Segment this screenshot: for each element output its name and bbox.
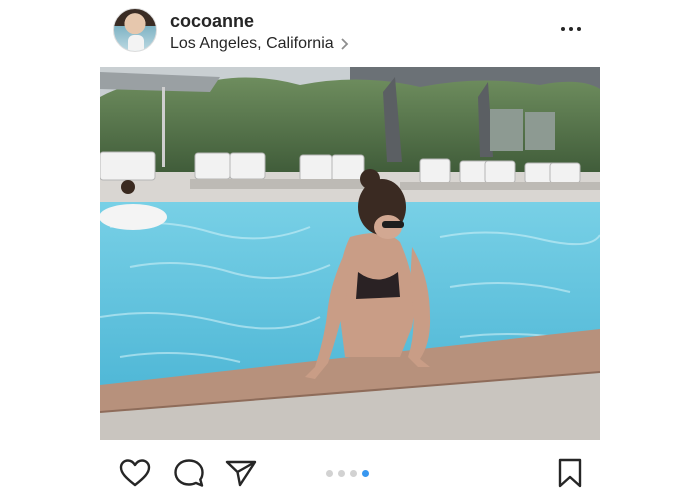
username[interactable]: cocoanne [170, 11, 254, 32]
paper-plane-icon[interactable] [224, 457, 258, 489]
post-actions [0, 445, 700, 500]
comment-bubble-icon[interactable] [172, 457, 206, 489]
location-label: Los Angeles, California [170, 35, 334, 52]
carousel-dot [350, 470, 357, 477]
carousel-dot-active [362, 470, 369, 477]
carousel-dot [326, 470, 333, 477]
more-options-button[interactable] [558, 20, 584, 38]
location-link[interactable]: Los Angeles, California [170, 34, 349, 54]
carousel-dot [338, 470, 345, 477]
post-header: cocoanne Los Angeles, California [0, 0, 700, 60]
avatar[interactable] [113, 8, 157, 52]
bookmark-icon[interactable] [553, 457, 587, 489]
heart-icon[interactable] [118, 457, 152, 489]
post-photo[interactable] [100, 67, 600, 440]
more-dots-icon [561, 27, 565, 31]
carousel-indicator [326, 470, 369, 477]
pool-photo-image [100, 67, 600, 440]
chevron-right-icon [341, 38, 348, 50]
